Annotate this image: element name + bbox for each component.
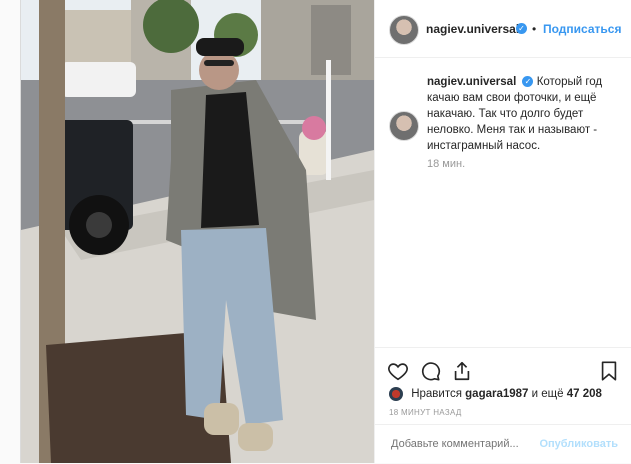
post-sidebar: nagiev.universal ✓ • Подписаться nagiev.… [374,0,631,463]
author-avatar[interactable] [389,15,419,45]
liker-avatar[interactable] [389,387,403,401]
caption-avatar[interactable] [389,111,419,141]
separator-dot: • [532,22,537,36]
liker-username[interactable]: gagara1987 [465,388,528,400]
likes-count[interactable]: 47 208 [567,388,602,400]
likes-line: Нравится gagara1987 и ещё 47 208 [389,387,602,401]
likes-middle: и ещё [531,388,564,401]
verified-badge-icon: ✓ [516,23,527,34]
share-icon[interactable] [451,360,473,382]
verified-badge-icon: ✓ [522,76,534,88]
caption-timestamp: 18 мин. [427,158,466,170]
street-photo-illustration [21,0,374,463]
comment-icon[interactable] [419,360,441,382]
caption-text: nagiev.universal ✓ Который год качаю вам… [427,74,631,154]
bookmark-icon[interactable] [598,360,620,382]
likes-prefix: Нравится [411,388,462,401]
publish-button[interactable]: Опубликовать [539,438,618,450]
caption-username[interactable]: nagiev.universal [427,76,516,88]
post-photo[interactable] [21,0,374,463]
instagram-post: nagiev.universal ✓ • Подписаться nagiev.… [20,0,631,463]
action-bar [375,347,631,388]
comment-input[interactable] [389,437,563,451]
follow-button[interactable]: Подписаться [543,22,621,36]
caption-block: nagiev.universal ✓ Который год качаю вам… [375,58,631,170]
posted-ago: 18 МИНУТ НАЗАД [389,408,462,417]
author-username[interactable]: nagiev.universal [426,22,519,36]
heart-icon[interactable] [387,360,409,382]
post-header: nagiev.universal ✓ • Подписаться [375,0,631,58]
comment-box: Опубликовать [375,424,631,464]
